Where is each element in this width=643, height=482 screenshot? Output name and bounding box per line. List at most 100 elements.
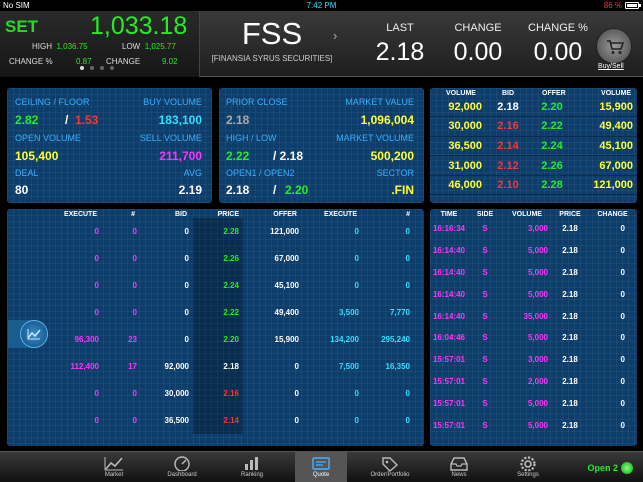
price-cell: 2.28 <box>193 218 243 245</box>
bid-offer-row[interactable]: 31,000 2.12 2.26 67,000 <box>430 155 637 176</box>
open1-value: 2.18 <box>226 183 250 197</box>
tab-dashboard[interactable]: Dashboard <box>156 452 208 482</box>
price-header: PRICE <box>559 211 581 218</box>
tick-row[interactable]: 15:57:01 S 2,000 2.18 0 <box>430 371 637 393</box>
tab-quote[interactable]: Quote <box>295 452 347 482</box>
open-volume-value: 105,400 <box>15 149 59 163</box>
bid-price-cell: 2.12 <box>488 155 532 176</box>
offer-volume-cell: 121,000 <box>576 175 637 196</box>
tick-volume-cell: 5,000 <box>527 398 548 408</box>
buy-sell-button[interactable] <box>596 28 632 64</box>
bid-volume-cell: 92,000 <box>430 97 488 118</box>
tick-price-cell: 2.18 <box>562 246 578 256</box>
index-change: 9.02 <box>162 57 178 66</box>
info-panel-market: PRIOR CLOSE 2.18 MARKET VALUE 1,096,004 … <box>219 88 424 203</box>
ranking-bars-icon <box>242 455 262 471</box>
tick-time-cell: 15:57:01 <box>432 398 466 408</box>
execute-sell-cell: 0 <box>354 254 359 263</box>
tab-settings[interactable]: Settings <box>502 452 554 482</box>
bid-cell: 0 <box>184 254 189 263</box>
execute-row[interactable]: 0 0 0 2.22 49,400 3,500 7,770 <box>7 299 424 326</box>
page-dot[interactable] <box>80 66 84 70</box>
execute-sell-header: EXECUTE <box>323 211 357 218</box>
tab-news[interactable]: News <box>433 452 485 482</box>
tick-row[interactable]: 16:14:40 S 5,000 2.18 0 <box>430 240 637 262</box>
execute-row[interactable]: 96,300 23 0 2.20 15,900 134,200 295,240 <box>7 326 424 353</box>
change-block: CHANGE 0.00 <box>440 22 516 67</box>
execute-row[interactable]: 0 0 0 2.26 67,000 0 0 <box>7 245 424 272</box>
bid-offer-row[interactable]: 46,000 2.10 2.28 121,000 <box>430 175 637 196</box>
tick-row[interactable]: 16:04:46 S 5,000 2.18 0 <box>430 327 637 349</box>
offer-volume-header: VOLUME <box>601 90 631 97</box>
deal-label: DEAL <box>15 168 39 178</box>
tick-time-cell: 15:57:01 <box>432 376 466 386</box>
count-sell-header: # <box>406 211 410 218</box>
sell-volume-label: SELL VOLUME <box>139 133 202 143</box>
offer-volume-cell: 67,000 <box>576 155 637 176</box>
tab-order-portfolio[interactable]: Order/Portfolio <box>364 452 416 482</box>
bid-offer-row[interactable]: 30,000 2.16 2.22 49,400 <box>430 116 637 137</box>
tab-label: Ranking <box>240 472 263 478</box>
offer-cell: 0 <box>294 416 299 425</box>
change-label: CHANGE <box>454 22 502 34</box>
deal-value: 80 <box>15 183 29 197</box>
bid-offer-row[interactable]: 92,000 2.18 2.20 15,900 <box>430 97 637 118</box>
tick-row[interactable]: 15:57:01 S 3,000 2.18 0 <box>430 349 637 371</box>
tick-time-cell: 16:14:40 <box>432 267 466 277</box>
execute-row[interactable]: 0 0 36,500 2.14 0 0 0 <box>7 407 424 434</box>
tick-row[interactable]: 16:16:34 S 3,000 2.18 0 <box>430 218 637 240</box>
bid-offer-panel: VOLUME BID OFFER VOLUME 92,000 2.18 2.20 15… <box>430 88 637 203</box>
offer-volume-cell: 45,100 <box>576 136 637 157</box>
tick-row[interactable]: 15:57:01 S 5,000 2.18 0 <box>430 414 637 436</box>
chevron-right-icon[interactable]: › <box>333 28 337 43</box>
chart-toggle-button[interactable] <box>8 320 48 348</box>
tick-volume-cell: 3,000 <box>527 224 548 234</box>
open-volume-label: OPEN VOLUME <box>15 133 82 143</box>
offer-price-cell: 2.24 <box>532 136 576 157</box>
market-status: Open 2 <box>587 462 633 474</box>
tick-price-cell: 2.18 <box>562 267 578 277</box>
buy-sell-label[interactable]: Buy/Sell <box>598 63 624 70</box>
count-buy-cell: 0 <box>132 389 137 398</box>
tab-ranking[interactable]: Ranking <box>226 452 278 482</box>
price-cell: 2.20 <box>193 326 243 353</box>
avg-value: 2.19 <box>178 183 202 197</box>
offer-price-cell: 2.28 <box>532 175 576 196</box>
index-panel[interactable]: SET 1,033.18 HIGH 1,036.75 LOW 1,025.77 … <box>0 11 200 77</box>
offer-price-cell: 2.22 <box>532 116 576 137</box>
tick-row[interactable]: 16:14:40 S 5,000 2.18 0 <box>430 283 637 305</box>
page-dot[interactable] <box>110 66 114 70</box>
count-buy-cell: 23 <box>128 335 137 344</box>
tick-row[interactable]: 16:14:40 S 5,000 2.18 0 <box>430 262 637 284</box>
page-indicator[interactable] <box>80 66 114 70</box>
page-dot[interactable] <box>100 66 104 70</box>
page-dot[interactable] <box>90 66 94 70</box>
tick-change-cell: 0 <box>620 289 625 299</box>
tick-price-cell: 2.18 <box>562 289 578 299</box>
offer-cell: 67,000 <box>274 254 299 263</box>
count-buy-cell: 0 <box>132 308 137 317</box>
tick-change-cell: 0 <box>620 333 625 343</box>
symbol-selector[interactable]: FSS [FINANSIA SYRUS SECURITIES] <box>204 11 340 77</box>
tick-row[interactable]: 15:57:01 S 5,000 2.18 0 <box>430 392 637 414</box>
tick-side-cell: S <box>482 267 488 277</box>
count-buy-cell: 17 <box>128 362 137 371</box>
tick-side-cell: S <box>482 311 488 321</box>
count-buy-cell: 0 <box>132 254 137 263</box>
tick-side-cell: S <box>482 289 488 299</box>
count-sell-cell: 0 <box>405 416 410 425</box>
tab-market[interactable]: Market <box>88 452 140 482</box>
low-value: / 2.18 <box>273 149 304 163</box>
open2-value: 2.20 <box>285 183 309 197</box>
bid-offer-row[interactable]: 36,500 2.14 2.24 45,100 <box>430 136 637 157</box>
execute-row[interactable]: 112,400 17 92,000 2.18 0 7,500 16,350 <box>7 353 424 380</box>
execute-row[interactable]: 0 0 0 2.28 121,000 0 0 <box>7 218 424 245</box>
bid-offer-table: VOLUME BID OFFER VOLUME 92,000 2.18 2.20 15… <box>430 90 637 196</box>
tick-row[interactable]: 16:14:40 S 35,000 2.18 0 <box>430 305 637 327</box>
execute-row[interactable]: 0 0 0 2.24 45,100 0 0 <box>7 272 424 299</box>
bid-volume-cell: 36,500 <box>430 136 488 157</box>
execute-row[interactable]: 0 0 30,000 2.16 0 0 0 <box>7 380 424 407</box>
offer-volume-cell: 15,900 <box>576 97 637 118</box>
ceiling-floor-label: CEILING / FLOOR <box>15 97 90 107</box>
market-volume-label: MARKET VOLUME <box>336 133 414 143</box>
